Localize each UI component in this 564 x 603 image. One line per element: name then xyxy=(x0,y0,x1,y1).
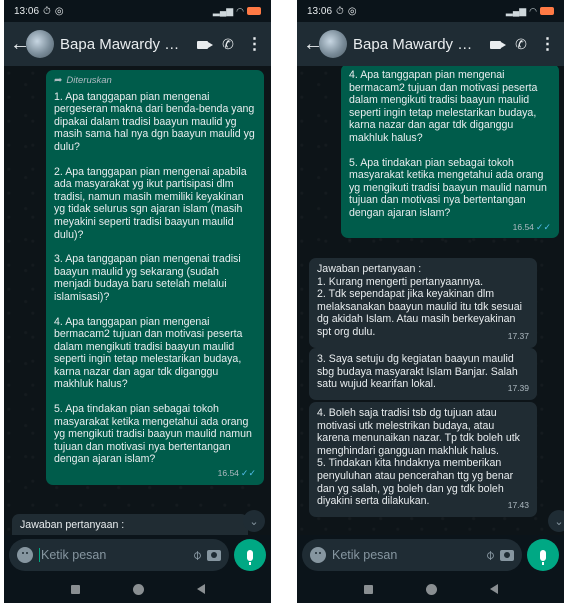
incoming-message-bubble[interactable]: Jawaban pertanyaan : xyxy=(12,514,248,535)
question-4: 4. Apa tanggapan pian mengenai bermacam2… xyxy=(54,315,243,391)
alarm-icon: ⏱ xyxy=(336,5,344,17)
message-time: 16.54 xyxy=(217,468,239,479)
camera-icon[interactable] xyxy=(500,549,514,561)
message-meta: 16.54 ✓✓ xyxy=(54,467,256,480)
recents-icon[interactable] xyxy=(363,584,373,594)
avatar[interactable] xyxy=(319,30,347,58)
wifi-icon: ◠ xyxy=(529,5,537,16)
scroll-down-button[interactable]: ⌄ xyxy=(243,510,265,532)
read-ticks-icon: ✓✓ xyxy=(240,468,256,479)
input-bar: Ketik pesan ⌀ xyxy=(4,535,271,575)
phone-screen-left: 13:06 ⏱ ◎ ▂▄▆ ◠ ← Bapa Mawardy Hatt... ✆… xyxy=(4,0,271,603)
reply-text: 4. Boleh saja tradisi tsb dg tujuan atau… xyxy=(317,407,520,508)
back-arrow-icon[interactable]: ← xyxy=(10,33,30,56)
status-bar: 13:06 ⏱ ◎ ▂▄▆ ◠ xyxy=(297,0,564,22)
status-bar: 13:06 ⏱ ◎ ▂▄▆ ◠ xyxy=(4,0,271,22)
alarm-icon: ⏱ xyxy=(43,5,51,17)
microphone-icon xyxy=(247,549,253,565)
chat-area[interactable]: 4. Apa tanggapan pian mengenai bermacam2… xyxy=(297,66,564,535)
battery-icon xyxy=(247,7,261,15)
text-cursor xyxy=(39,548,40,563)
voice-message-button[interactable] xyxy=(234,539,266,571)
phone-screen-right: 13:06 ⏱ ◎ ▂▄▆ ◠ ← Bapa Mawardy Hatt... ✆… xyxy=(297,0,564,603)
incoming-message-bubble[interactable]: 3. Saya setuju dg kegiatan baayun maulid… xyxy=(309,348,537,400)
message-meta: 16.54 ✓✓ xyxy=(349,221,551,234)
forwarded-label: ➦ Diteruskan xyxy=(54,75,112,86)
message-time: 16.54 xyxy=(512,221,534,232)
system-nav-bar xyxy=(297,575,564,603)
incoming-message-bubble[interactable]: Jawaban pertanyaan : 1. Kurang mengerti … xyxy=(309,258,537,348)
status-time: 13:06 xyxy=(14,5,40,17)
video-call-icon[interactable] xyxy=(191,36,213,52)
double-chevron-down-icon: ⌄ xyxy=(554,515,564,528)
question-5: 5. Apa tindakan pian sebagai tokoh masya… xyxy=(54,403,252,466)
nav-back-icon[interactable] xyxy=(489,584,498,594)
reply-preview: Jawaban pertanyaan : xyxy=(20,519,125,531)
forwarded-message-bubble[interactable]: ➦ Diteruskan 1. Apa tanggapan pian menge… xyxy=(46,70,264,485)
microphone-icon xyxy=(540,549,546,565)
incoming-message-bubble[interactable]: 4. Boleh saja tradisi tsb dg tujuan atau… xyxy=(309,402,537,517)
system-nav-bar xyxy=(4,575,271,603)
video-call-icon[interactable] xyxy=(484,36,506,52)
attachment-icon[interactable]: ⌀ xyxy=(482,547,499,564)
message-time: 17.43 xyxy=(507,500,529,511)
message-input[interactable]: Ketik pesan ⌀ xyxy=(9,539,229,571)
status-time: 13:06 xyxy=(307,5,333,17)
avatar[interactable] xyxy=(26,30,54,58)
more-options-icon[interactable]: ⋮ xyxy=(243,34,265,54)
chat-header: ← Bapa Mawardy Hatt... ✆ ⋮ xyxy=(4,22,271,66)
message-placeholder: Ketik pesan xyxy=(41,547,107,562)
instagram-icon: ◎ xyxy=(54,5,64,17)
question-1: 1. Apa tanggapan pian mengenai pergesera… xyxy=(54,90,255,153)
instagram-icon: ◎ xyxy=(347,5,357,17)
attachment-icon[interactable]: ⌀ xyxy=(189,547,206,564)
question-2: 2. Apa tanggapan pian mengenai apabila a… xyxy=(54,165,247,241)
question-4: 4. Apa tanggapan pian mengenai bermacam2… xyxy=(349,69,538,144)
reply-text: 3. Saya setuju dg kegiatan baayun maulid… xyxy=(317,353,518,391)
input-bar: Ketik pesan ⌀ xyxy=(297,535,564,575)
signal-icon: ▂▄▆ xyxy=(505,5,527,16)
recents-icon[interactable] xyxy=(70,584,80,594)
camera-icon[interactable] xyxy=(207,549,221,561)
more-options-icon[interactable]: ⋮ xyxy=(536,34,558,54)
forward-arrow-icon: ➦ xyxy=(54,75,63,86)
nav-back-icon[interactable] xyxy=(196,584,205,594)
emoji-icon[interactable] xyxy=(310,547,326,563)
chat-area[interactable]: ➦ Diteruskan 1. Apa tanggapan pian menge… xyxy=(4,66,271,535)
question-3: 3. Apa tanggapan pian mengenai tradisi b… xyxy=(54,253,241,303)
chat-header: ← Bapa Mawardy Hatt... ✆ ⋮ xyxy=(297,22,564,66)
emoji-icon[interactable] xyxy=(17,547,33,563)
read-ticks-icon: ✓✓ xyxy=(535,221,551,232)
signal-icon: ▂▄▆ xyxy=(212,5,234,16)
contact-name[interactable]: Bapa Mawardy Hatt... xyxy=(353,36,480,53)
message-time: 17.39 xyxy=(507,383,529,394)
back-arrow-icon[interactable]: ← xyxy=(303,33,323,56)
home-icon[interactable] xyxy=(132,583,144,595)
message-input[interactable]: Ketik pesan ⌀ xyxy=(302,539,522,571)
contact-name[interactable]: Bapa Mawardy Hatt... xyxy=(60,36,187,53)
scroll-down-button[interactable]: ⌄ xyxy=(548,510,564,532)
double-chevron-down-icon: ⌄ xyxy=(249,515,259,528)
reply-text: Jawaban pertanyaan : 1. Kurang mengerti … xyxy=(317,263,522,338)
phone-call-icon[interactable]: ✆ xyxy=(510,36,532,53)
battery-icon xyxy=(540,7,554,15)
question-5: 5. Apa tindakan pian sebagai tokoh masya… xyxy=(349,156,547,219)
voice-message-button[interactable] xyxy=(527,539,559,571)
home-icon[interactable] xyxy=(425,583,437,595)
forwarded-message-bubble[interactable]: 4. Apa tanggapan pian mengenai bermacam2… xyxy=(341,66,559,239)
message-time: 17.37 xyxy=(507,330,529,341)
wifi-icon: ◠ xyxy=(236,5,244,16)
message-placeholder: Ketik pesan xyxy=(332,548,398,562)
phone-call-icon[interactable]: ✆ xyxy=(217,36,239,53)
